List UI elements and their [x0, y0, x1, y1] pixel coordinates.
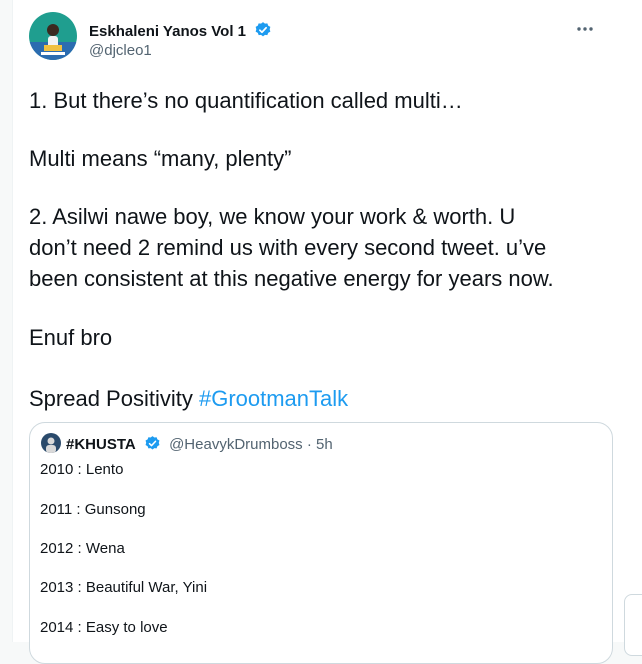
tweet-text-line: don’t need 2 remind us with every second… [29, 235, 547, 260]
quoted-text-line: 2012 : Wena [40, 540, 125, 557]
quoted-text-line: 2013 : Beautiful War, Yini [40, 579, 208, 596]
quoted-header: #KHUSTA @HeavykDrumboss · 5h [66, 435, 333, 457]
verified-badge-icon [254, 21, 272, 44]
quoted-tweet[interactable]: #KHUSTA @HeavykDrumboss · 5h 2010 : Lent… [29, 422, 613, 664]
tweet-text-line: 1. But there’s no quantification called … [29, 88, 463, 113]
side-panel-edge[interactable] [624, 594, 642, 656]
tweet-text: Spread Positivity [29, 386, 199, 411]
quoted-display-name: #KHUSTA [66, 436, 136, 453]
author-avatar[interactable] [29, 12, 77, 60]
tweet-card: Eskhaleni Yanos Vol 1 @djcleo1 1. But th… [12, 0, 642, 664]
tweet-text-line: Multi means “many, plenty” [29, 146, 292, 171]
tweet-text-line: been consistent at this negative energy … [29, 266, 554, 291]
tweet-text-line: Enuf bro [29, 325, 113, 350]
hashtag-link[interactable]: #GrootmanTalk [199, 386, 348, 411]
tweet-text-line: Spread Positivity #GrootmanTalk [29, 384, 609, 414]
profile-photo-icon [29, 12, 77, 60]
author-handle[interactable]: @djcleo1 [89, 42, 152, 60]
quoted-verified-badge-icon [144, 435, 161, 457]
more-options-icon[interactable] [573, 22, 597, 36]
author-name-row[interactable]: Eskhaleni Yanos Vol 1 [89, 21, 272, 44]
quoted-text-line: 2010 : Lento [40, 461, 124, 478]
author-display-name[interactable]: Eskhaleni Yanos Vol 1 [89, 23, 246, 40]
quoted-handle-time: @HeavykDrumboss · 5h [169, 436, 333, 453]
quoted-text-line: 2014 : Easy to love [40, 619, 168, 636]
quoted-profile-photo-icon [41, 433, 61, 453]
quoted-author-avatar [41, 433, 61, 453]
quoted-text-line: 2011 : Gunsong [40, 501, 146, 518]
tweet-text-line: 2. Asilwi nawe boy, we know your work & … [29, 204, 516, 229]
